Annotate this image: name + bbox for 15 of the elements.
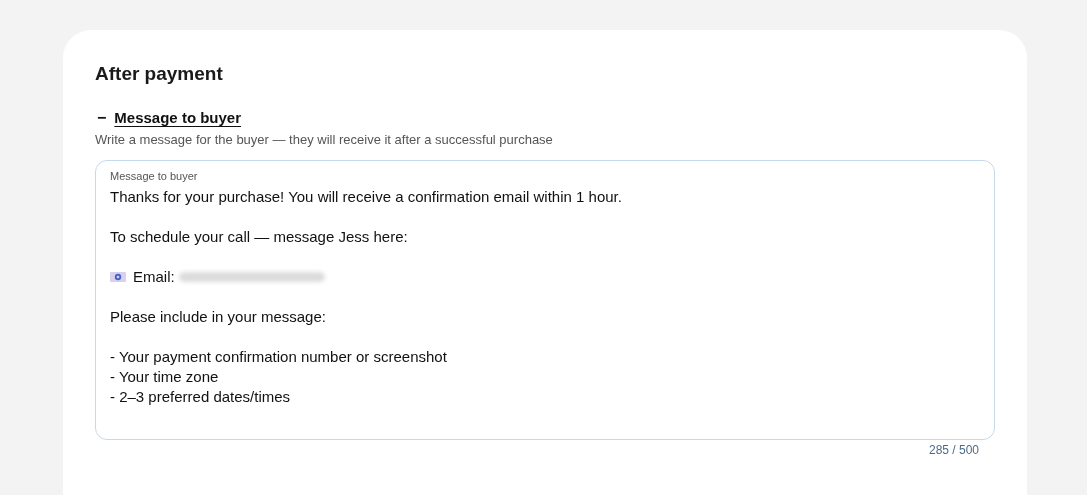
section-title: After payment: [95, 62, 224, 86]
email-icon: [110, 271, 126, 283]
message-line: To schedule your call — message Jess here:: [110, 227, 408, 247]
message-field[interactable]: [95, 160, 995, 440]
collapse-button[interactable]: −: [95, 108, 109, 128]
message-line: Thanks for your purchase! You will receive a confirmation email within 1 hour.: [110, 187, 622, 207]
message-line: Please include in your message:: [110, 307, 326, 327]
message-line: - Your payment confirmation number or screenshot: [110, 347, 447, 367]
character-count: 285 / 500: [927, 442, 980, 458]
message-line: - 2–3 preferred dates/times: [110, 387, 291, 407]
email-label: Email:: [133, 267, 175, 287]
message-line: - Your time zone: [110, 367, 219, 387]
field-label: Message to buyer: [110, 169, 198, 183]
hint-text: Write a message for the buyer — they will receive it after a successful purchase: [95, 131, 554, 148]
section-link[interactable]: Message to buyer: [114, 108, 242, 128]
